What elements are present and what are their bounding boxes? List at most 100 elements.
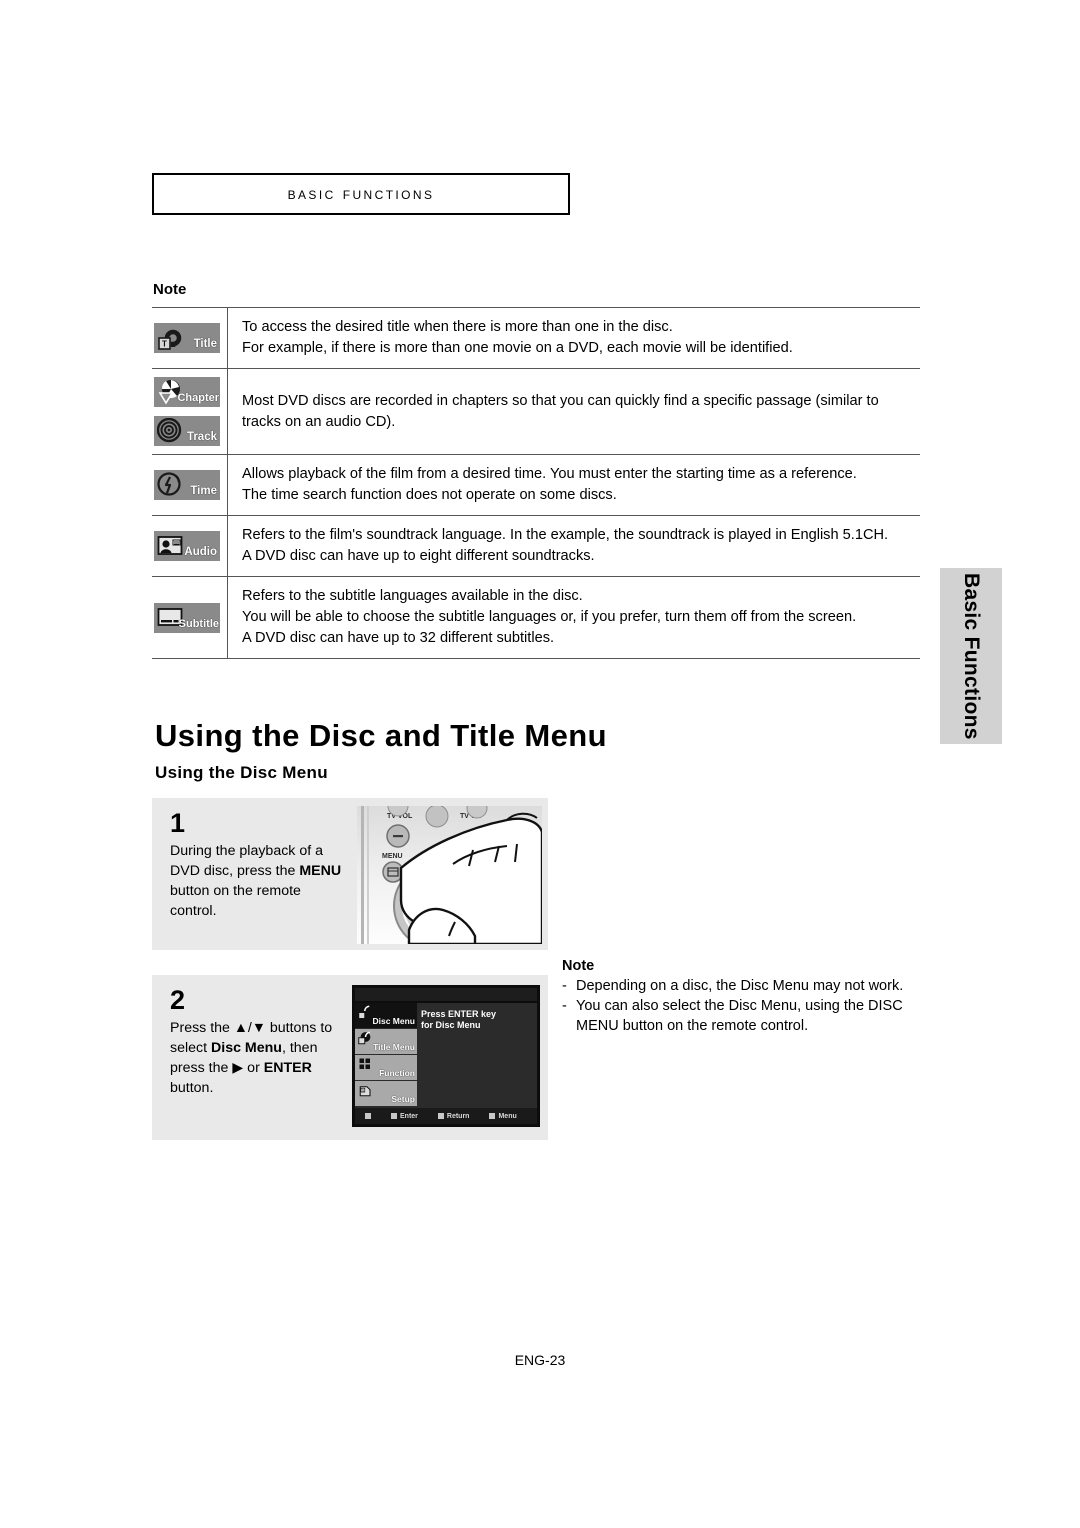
remote-control-menu-button-photo: TV VOL TV CH MENU [357, 806, 542, 944]
note-row-text: To access the desired title when there i… [228, 308, 920, 368]
osd-panel-text: Press ENTER key for Disc Menu [421, 1009, 533, 1031]
note-table-row: Subtitle Refers to the subtitle languages… [152, 576, 920, 659]
time-icon: Time [154, 470, 220, 500]
note-table-row: Audio Refers to the film's soundtrack lan… [152, 515, 920, 576]
chapter-title: Basic Functions [287, 184, 435, 203]
title-menu-icon [358, 1031, 373, 1046]
note-text-line: For example, if there is more than one m… [242, 340, 793, 356]
side-note-item: - You can also select the Disc Menu, usin… [562, 996, 907, 1036]
osd-hint-menu: Menu [489, 1112, 517, 1120]
note-icon-label: Audio [184, 546, 217, 558]
step-1-number: 1 [170, 808, 186, 838]
note-text-line: Refers to the subtitle languages availab… [242, 588, 583, 604]
track-icon: Track [154, 416, 220, 446]
osd-menu-item-title-menu[interactable]: Title Menu [355, 1029, 417, 1054]
step-2-box: 2 Press the ▲/▼ buttons to select Disc M… [152, 975, 548, 1140]
note-table-row: Time Allows playback of the film from a d… [152, 454, 920, 515]
note-text-line: Refers to the film's soundtrack language… [242, 527, 889, 543]
osd-sidebar: Disc Menu Title Menu Function S Setup [355, 1003, 417, 1108]
note-row-text: Most DVD discs are recorded in chapters … [228, 369, 920, 454]
note-icon-label: Track [186, 431, 217, 443]
note-row-icons: Audio [152, 516, 228, 576]
step-text-part: Disc Menu [211, 1040, 282, 1056]
side-tab-basic-functions: Basic Functions [940, 568, 1002, 744]
osd-panel-line: Press ENTER key [421, 1009, 497, 1019]
osd-hint-enter: Enter [391, 1113, 418, 1120]
step-1-text: During the playback of a DVD disc, press… [170, 841, 350, 921]
page-footer: ENG-23 [514, 1352, 566, 1368]
osd-menu-item-label: Disc Menu [372, 1016, 415, 1026]
step-text-part: button. [170, 1080, 214, 1096]
side-note-bullet: - [562, 998, 567, 1014]
note-text-line: A DVD disc can have up to eight differen… [242, 548, 595, 564]
osd-hint-key-icon [391, 1113, 397, 1119]
step-text-part: or [243, 1060, 264, 1076]
note-row-text: Refers to the film's soundtrack language… [228, 516, 920, 576]
setup-icon: S [358, 1083, 373, 1098]
osd-hint-label: Return [446, 1112, 470, 1120]
chapter-header-box: Basic Functions [152, 173, 570, 215]
note-row-icons: Time [152, 455, 228, 515]
osd-hint-return: Return [437, 1112, 470, 1120]
side-note-item-text: You can also select the Disc Menu, using… [576, 998, 903, 1034]
note-icon-label: Subtitle [178, 617, 219, 630]
title-icon: T Title [154, 323, 220, 353]
osd-panel-line: for Disc Menu [421, 1020, 481, 1030]
note-row-icons: Chapter Track [152, 369, 228, 454]
step-text-part: MENU [299, 863, 342, 879]
title-icon-glyph: T [157, 325, 183, 351]
side-tab-label: Basic Functions [960, 572, 983, 740]
osd-hint-key-icon [437, 1113, 444, 1119]
step-text-part: ▲ [233, 1020, 248, 1036]
osd-menu-item-label: Setup [391, 1094, 415, 1104]
note-icon-label: Chapter [177, 392, 219, 404]
side-note-bullet: - [562, 978, 567, 994]
note-icon-label: Title [193, 338, 217, 350]
function-icon [358, 1057, 373, 1072]
svg-text:T: T [162, 340, 167, 349]
step-text-part: ▶ [232, 1060, 244, 1076]
step-1-box: 1 During the playback of a DVD disc, pre… [152, 798, 548, 950]
step-text-part: ▼ [251, 1020, 266, 1036]
osd-hint-dpad [365, 1113, 371, 1119]
dpad-icon [365, 1113, 371, 1119]
audio-icon: Audio [154, 531, 220, 561]
track-icon-glyph [156, 417, 183, 444]
osd-hint-bar: Enter Return Menu [355, 1108, 537, 1124]
side-note-block: Note - Depending on a disc, the Disc Menu… [562, 958, 907, 1036]
side-note-item-text: Depending on a disc, the Disc Menu may n… [576, 978, 904, 994]
note-text-line: Allows playback of the film from a desir… [242, 466, 857, 482]
note-text-line: tracks on an audio CD). [242, 413, 396, 430]
subtitle-icon: Subtitle [154, 602, 220, 633]
note-text-line: To access the desired title when there i… [242, 319, 673, 335]
side-note-title: Note [562, 958, 595, 974]
osd-menu-item-setup[interactable]: S Setup [355, 1081, 417, 1106]
osd-hint-label: Enter [400, 1112, 418, 1120]
note-text-line: A DVD disc can have up to 32 different s… [242, 630, 555, 646]
note-row-text: Allows playback of the film from a desir… [228, 455, 920, 515]
osd-menu-item-label: Function [379, 1068, 415, 1078]
step-2-text: Press the ▲/▼ buttons to select Disc Men… [170, 1018, 350, 1098]
osd-menu-item-label: Title Menu [373, 1042, 415, 1052]
note-table-row: T Title To access the desired title when t… [152, 307, 920, 368]
note-icon-label: Time [190, 485, 217, 497]
page-title: Using the Disc and Title Menu [155, 718, 607, 753]
note-table: T Title To access the desired title when t… [152, 307, 920, 659]
osd-hint-label: Menu [498, 1112, 517, 1120]
osd-menu-item-disc-menu[interactable]: Disc Menu [355, 1003, 417, 1028]
note-row-text: Refers to the subtitle languages availab… [228, 577, 920, 658]
osd-menu-item-function[interactable]: Function [355, 1055, 417, 1080]
osd-top-bar [355, 988, 537, 1001]
chapter-icon: Chapter [154, 377, 220, 407]
note-text-line: You will be able to choose the subtitle … [242, 609, 857, 625]
step-text-part: button on the remote control. [170, 883, 301, 919]
manual-page: Basic Functions Note T Title To access the… [0, 0, 1080, 1528]
step-2-number: 2 [170, 985, 186, 1015]
note-text-line: The time search function does not operat… [242, 487, 617, 503]
audio-icon-glyph [157, 533, 183, 559]
note-row-icons: T Title [152, 308, 228, 368]
note-table-row: Chapter Track Most DVD discs are recorded … [152, 368, 920, 454]
step-text-part: ENTER [263, 1060, 312, 1076]
disc-menu-icon [358, 1005, 373, 1020]
note-text-line: Most DVD discs are recorded in chapters … [242, 392, 879, 409]
